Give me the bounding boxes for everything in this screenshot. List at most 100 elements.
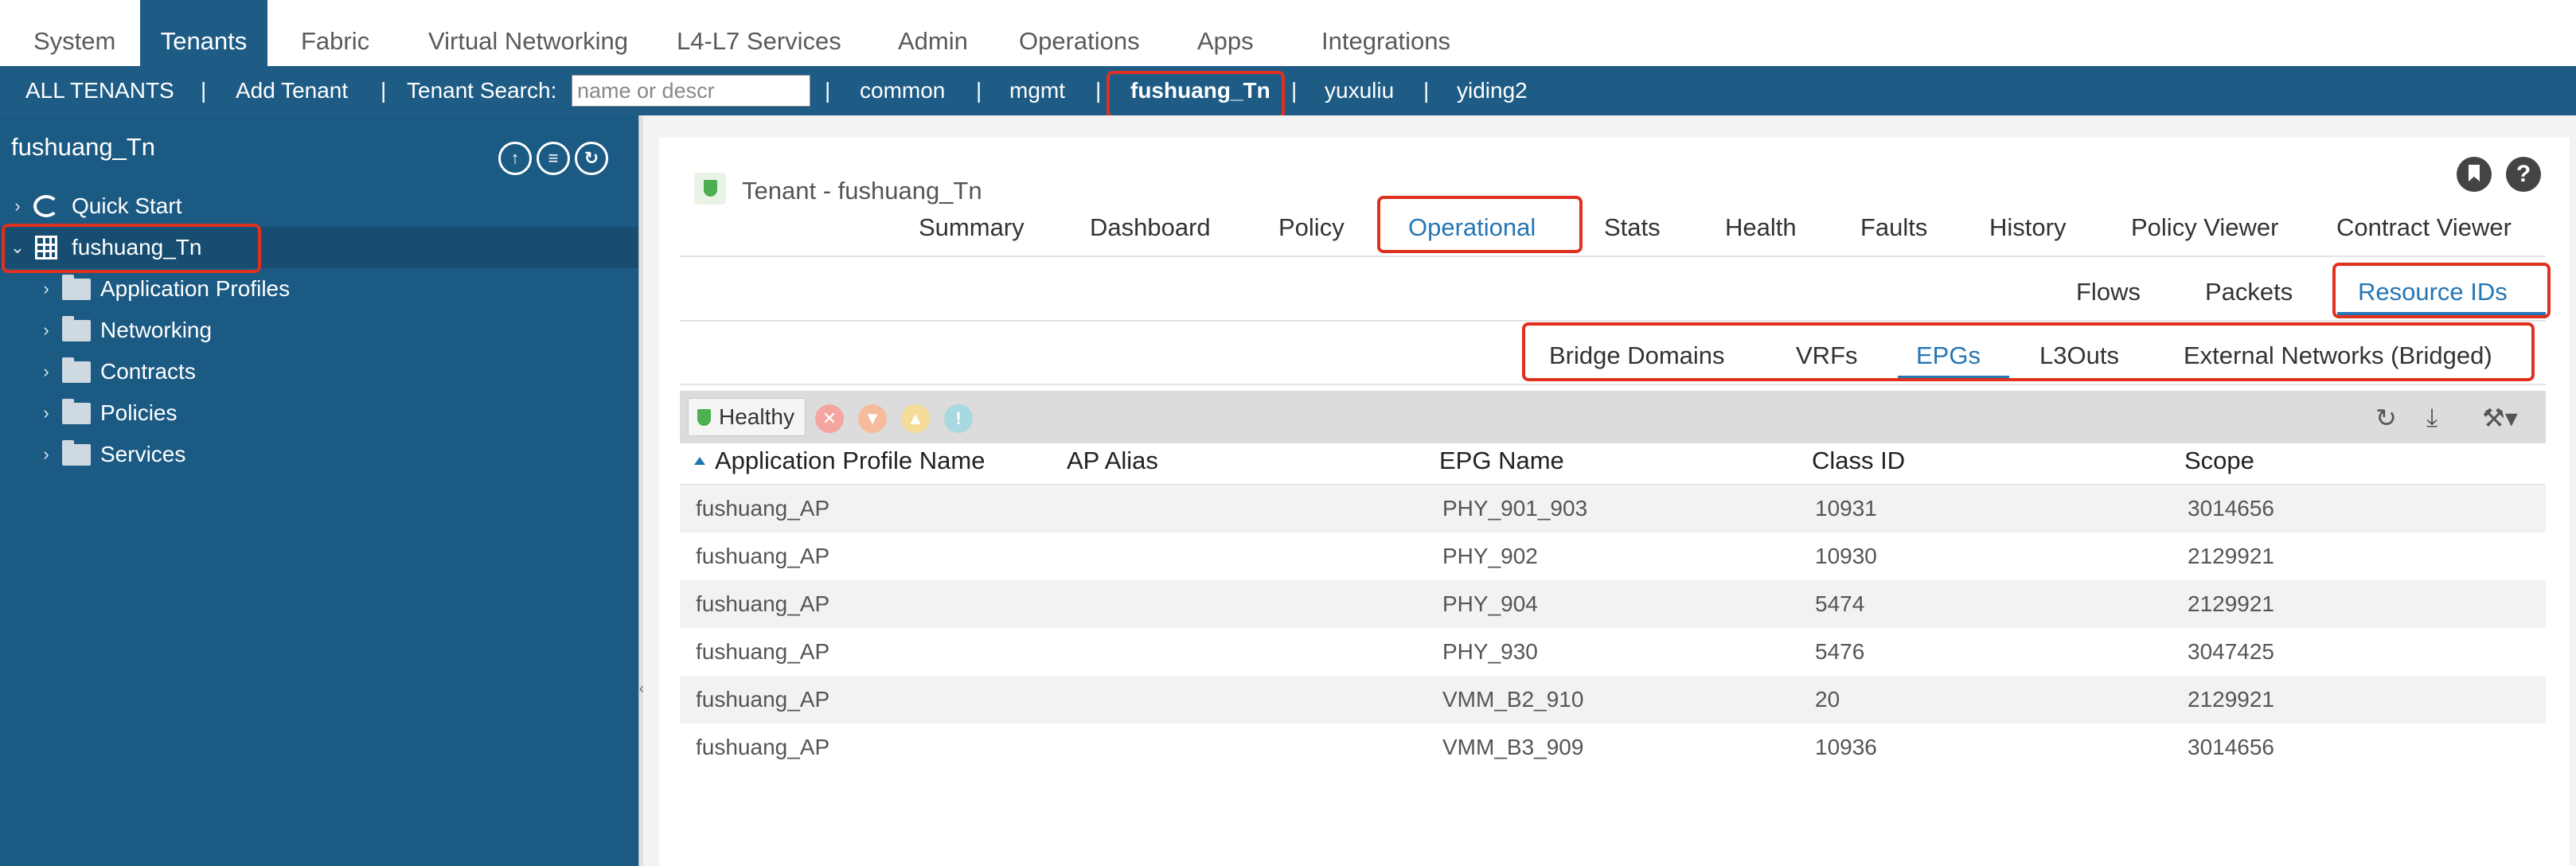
folder-icon (62, 399, 91, 424)
col-scope[interactable]: Scope (2184, 447, 2254, 475)
table-row[interactable]: fushuang_AP PHY_901_903 10931 3014656 (680, 485, 2546, 532)
cell-epg-name: PHY_930 (1442, 639, 1538, 664)
tenant-search-label: Tenant Search: (407, 78, 557, 103)
chevron-right-icon[interactable]: › (38, 351, 54, 392)
table-row[interactable]: fushuang_AP VMM_B2_910 20 2129921 (680, 676, 2546, 724)
cell-ap-name: fushuang_AP (696, 735, 830, 759)
tree-item-networking[interactable]: › Networking (0, 310, 638, 351)
tree-item-label: Contracts (100, 359, 196, 384)
top-nav: System Tenants Fabric Virtual Networking… (0, 0, 2576, 66)
cell-class-id: 10930 (1815, 544, 1877, 568)
tab-faults[interactable]: Faults (1860, 213, 1927, 242)
separator: | (825, 78, 831, 103)
help-icon[interactable]: ? (2506, 157, 2541, 192)
tenant-search-input[interactable] (572, 75, 810, 107)
col-ap-alias[interactable]: AP Alias (1067, 447, 1158, 475)
tab-stats[interactable]: Stats (1604, 213, 1661, 242)
tab-policy[interactable]: Policy (1278, 213, 1345, 242)
add-tenant-link[interactable]: Add Tenant (236, 66, 348, 115)
quick-start-icon (33, 195, 59, 217)
col-application-profile-name[interactable]: Application Profile Name (715, 447, 985, 475)
list-icon[interactable]: ≡ (537, 142, 570, 175)
tree-item-application-profiles[interactable]: › Application Profiles (0, 268, 638, 310)
table-row[interactable]: fushuang_AP PHY_902 10930 2129921 (680, 532, 2546, 580)
tree-item-label: Services (100, 442, 186, 466)
cell-scope: 3014656 (2188, 496, 2275, 521)
tenant-common-link[interactable]: common (860, 66, 945, 115)
nav-admin[interactable]: Admin (879, 0, 987, 66)
separator: | (201, 78, 207, 103)
highlight-operational (1377, 196, 1583, 253)
divider (680, 320, 2546, 322)
nav-integrations[interactable]: Integrations (1302, 0, 1469, 66)
tree-item-policies[interactable]: › Policies (0, 392, 638, 434)
all-tenants-link[interactable]: ALL TENANTS (25, 66, 174, 115)
folder-icon (62, 275, 91, 300)
chevron-right-icon[interactable]: › (38, 392, 54, 434)
health-status-badge[interactable]: Healthy (688, 398, 806, 436)
tab-health[interactable]: Health (1725, 213, 1797, 242)
cell-scope: 2129921 (2188, 544, 2275, 568)
nav-tenants[interactable]: Tenants (140, 0, 267, 66)
nav-l4-l7-services[interactable]: L4-L7 Services (658, 0, 861, 66)
nav-apps[interactable]: Apps (1178, 0, 1273, 66)
tab-summary[interactable]: Summary (919, 213, 1025, 242)
col-class-id[interactable]: Class ID (1812, 447, 1905, 475)
chevron-right-icon[interactable]: › (38, 310, 54, 351)
cell-ap-name: fushuang_AP (696, 639, 830, 664)
health-label: Healthy (719, 404, 794, 429)
refresh-icon[interactable]: ↻ (575, 142, 608, 175)
nav-virtual-networking[interactable]: Virtual Networking (409, 0, 647, 66)
sort-asc-icon[interactable] (694, 457, 705, 465)
sidebar-tools: ↑ ≡ ↻ (498, 142, 613, 175)
pin-icon[interactable]: ↑ (498, 142, 532, 175)
highlight-tenant (1107, 71, 1285, 119)
chevron-right-icon[interactable]: › (38, 434, 54, 475)
critical-fault-icon[interactable]: ✕ (815, 404, 844, 433)
highlight-resource-ids (2332, 263, 2551, 318)
nav-system[interactable]: System (14, 0, 135, 66)
nav-operations[interactable]: Operations (1000, 0, 1159, 66)
subtab-flows[interactable]: Flows (2076, 278, 2141, 306)
tab-history[interactable]: History (1989, 213, 2066, 242)
chevron-right-icon[interactable]: › (38, 268, 54, 310)
minor-fault-icon[interactable]: ▲ (901, 404, 930, 433)
cell-scope: 3014656 (2188, 735, 2275, 759)
tree-item-services[interactable]: › Services (0, 434, 638, 475)
cell-epg-name: VMM_B2_910 (1442, 687, 1584, 712)
cell-ap-name: fushuang_AP (696, 591, 830, 616)
tab-policy-viewer[interactable]: Policy Viewer (2131, 213, 2279, 242)
tree-item-quick-start[interactable]: › Quick Start (0, 185, 638, 227)
separator: | (381, 78, 387, 103)
cell-scope: 3047425 (2188, 639, 2275, 664)
divider (680, 384, 2546, 385)
folder-icon (62, 440, 91, 466)
tab-contract-viewer[interactable]: Contract Viewer (2336, 213, 2512, 242)
separator: | (1291, 78, 1298, 103)
tenant-mgmt-link[interactable]: mgmt (1009, 66, 1065, 115)
col-epg-name[interactable]: EPG Name (1439, 447, 1564, 475)
cell-ap-name: fushuang_AP (696, 496, 830, 521)
tree-item-contracts[interactable]: › Contracts (0, 351, 638, 392)
refresh-icon[interactable]: ↻ (2375, 403, 2397, 433)
cell-epg-name: PHY_904 (1442, 591, 1538, 616)
tools-icon[interactable]: ⚒▾ (2482, 403, 2518, 433)
chevron-right-icon[interactable]: › (10, 185, 25, 227)
cell-class-id: 10931 (1815, 496, 1877, 521)
subtab-packets[interactable]: Packets (2205, 278, 2293, 306)
tenant-yuxuliu-link[interactable]: yuxuliu (1325, 66, 1394, 115)
tenant-yiding2-link[interactable]: yiding2 (1457, 66, 1528, 115)
major-fault-icon[interactable]: ▼ (858, 404, 887, 433)
table-row[interactable]: fushuang_AP VMM_B3_909 10936 3014656 (680, 724, 2546, 771)
tab-dashboard[interactable]: Dashboard (1090, 213, 1211, 242)
bookmark-icon[interactable] (2457, 157, 2492, 192)
highlight-tree-tenant (2, 224, 261, 273)
nav-fabric[interactable]: Fabric (282, 0, 388, 66)
cell-class-id: 5476 (1815, 639, 1865, 664)
table-row[interactable]: fushuang_AP PHY_930 5476 3047425 (680, 628, 2546, 676)
folder-icon (62, 357, 91, 383)
warning-fault-icon[interactable]: ! (944, 404, 973, 433)
download-icon[interactable]: ⤓ (2426, 403, 2437, 433)
table-row[interactable]: fushuang_AP PHY_904 5474 2129921 (680, 580, 2546, 628)
tree-item-label: Networking (100, 318, 213, 342)
